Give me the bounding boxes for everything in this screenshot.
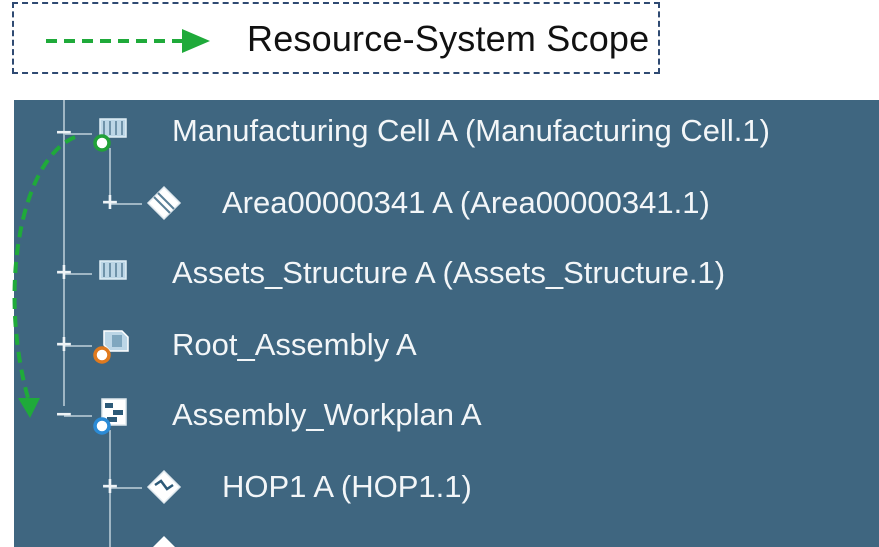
expand-toggle[interactable]: +	[54, 262, 74, 284]
tree-item-label: Assembly_Workplan A	[172, 397, 482, 432]
tree-item-root-assembly[interactable]: + Root_Assembly A	[14, 321, 879, 371]
tree-item-assembly-workplan[interactable]: − Assembly_Workplan A	[14, 391, 879, 441]
expand-toggle[interactable]: +	[100, 192, 120, 214]
expand-toggle[interactable]: +	[100, 476, 120, 498]
area-icon	[144, 183, 184, 223]
legend-label: Resource-System Scope	[247, 18, 650, 59]
collapse-toggle[interactable]: −	[54, 122, 74, 144]
collapse-toggle[interactable]: −	[54, 404, 74, 426]
tree-item-manufacturing-cell[interactable]: − Manufacturing Cell A (Manufacturing Ce…	[14, 109, 879, 159]
assets-structure-icon	[92, 253, 132, 293]
tree-item-hop1[interactable]: + HOP1 A (HOP1.1)	[14, 463, 879, 513]
tree-item-label: Area00000341 A (Area00000341.1)	[222, 185, 710, 220]
tree-item-assets-structure[interactable]: + Assets_Structure A (Assets_Structure.1…	[14, 249, 879, 299]
next-item-partial-icon	[144, 532, 184, 547]
tree-panel: − Manufacturing Cell A (Manufacturing Ce…	[14, 100, 879, 547]
tree-item-label: HOP1 A (HOP1.1)	[222, 469, 472, 504]
workplan-icon	[92, 395, 132, 435]
tree-item-area[interactable]: + Area00000341 A (Area00000341.1)	[14, 179, 879, 229]
expand-toggle[interactable]: +	[54, 334, 74, 356]
dashed-arrow-icon	[46, 29, 210, 53]
root-assembly-icon	[92, 325, 132, 365]
tree-item-label: Root_Assembly A	[172, 327, 417, 362]
tree-item-label: Assets_Structure A (Assets_Structure.1)	[172, 255, 726, 290]
legend-box: Resource-System Scope	[12, 2, 660, 74]
hop-icon	[144, 467, 184, 507]
tree-item-label: Manufacturing Cell A (Manufacturing Cell…	[172, 113, 770, 148]
manufacturing-cell-icon	[92, 113, 132, 153]
